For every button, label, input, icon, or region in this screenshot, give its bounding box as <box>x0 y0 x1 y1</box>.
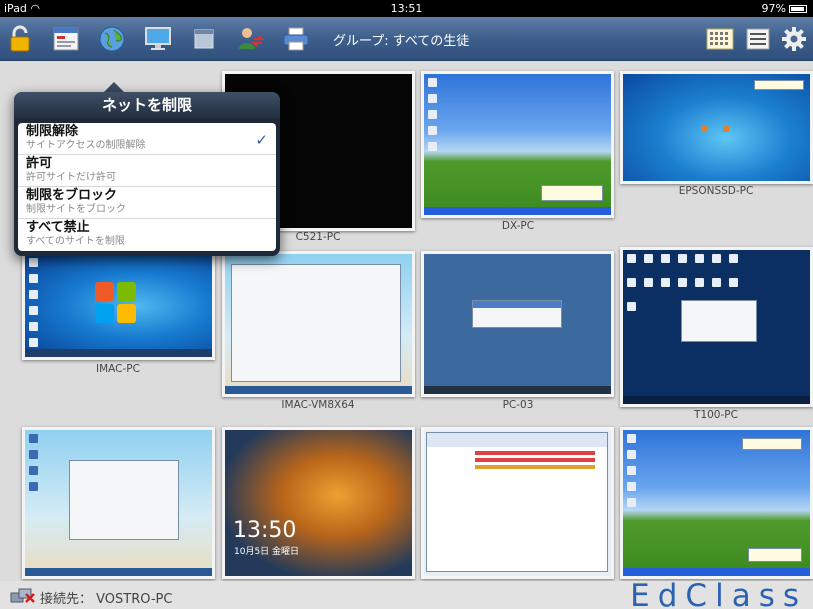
option-subtitle: 許可サイトだけ許可 <box>26 172 116 183</box>
screen-list-icon[interactable] <box>50 23 82 55</box>
computer-name: DX-PC <box>501 220 535 232</box>
popover-title: ネットを制限 <box>14 92 280 118</box>
screen-thumbnail[interactable] <box>222 251 415 397</box>
globe-icon[interactable] <box>96 23 128 55</box>
brand-logo: EdClass <box>630 578 807 609</box>
window-icon[interactable] <box>188 23 220 55</box>
battery-icon <box>789 4 807 13</box>
footer: 接続先： VOSTRO-PC EdClass <box>0 578 813 609</box>
option-title: すべて禁止 <box>26 220 90 235</box>
option-subtitle: サイトアクセスの制限解除 <box>26 140 146 151</box>
toolbar: グループ: すべての生徒 <box>0 17 813 61</box>
option-block-all[interactable]: すべて禁止 すべてのサイトを制限 <box>18 219 276 251</box>
monitor-icon[interactable] <box>142 23 174 55</box>
list-view-icon[interactable] <box>742 23 774 55</box>
lock-screen-clock: 13:50 <box>233 518 297 543</box>
computer-name: IMAC-VM8X64 <box>281 399 355 411</box>
option-title: 制限解除 <box>26 124 79 139</box>
status-time: 13:51 <box>390 2 423 15</box>
option-block[interactable]: 制限をブロック 制限サイトをブロック <box>18 187 276 219</box>
group-title: グループ: すべての生徒 <box>333 34 470 49</box>
computer-name: T100-PC <box>694 409 738 421</box>
screen-thumbnail[interactable] <box>421 427 614 579</box>
checkmark-icon: ✓ <box>255 131 268 149</box>
option-subtitle: 制限サイトをブロック <box>26 204 126 215</box>
screen-thumbnail[interactable] <box>620 247 813 407</box>
option-subtitle: すべてのサイトを制限 <box>26 236 125 247</box>
connection-icon[interactable] <box>10 586 36 608</box>
screen-thumbnail[interactable] <box>421 251 614 397</box>
battery-status: 97% <box>762 2 807 15</box>
lock-icon[interactable] <box>4 23 36 55</box>
screen-thumbnail[interactable] <box>421 71 614 218</box>
screen-thumbnail[interactable] <box>22 251 215 360</box>
screen-thumbnail[interactable] <box>22 427 215 579</box>
option-allow[interactable]: 許可 許可サイトだけ許可 <box>18 155 276 187</box>
thumbnail-grid-icon[interactable] <box>704 23 736 55</box>
option-unrestrict[interactable]: 制限解除 サイトアクセスの制限解除 ✓ <box>18 123 276 155</box>
option-title: 許可 <box>26 156 53 171</box>
user-transfer-icon[interactable] <box>234 23 266 55</box>
restriction-options: 制限解除 サイトアクセスの制限解除 ✓ 許可 許可サイトだけ許可 制限をブロック… <box>18 123 276 251</box>
computer-name: IMAC-PC <box>96 363 140 375</box>
screen-thumbnail[interactable] <box>620 71 813 184</box>
lock-screen-date: 10月5日 金曜日 <box>234 547 300 557</box>
computer-name: PC-03 <box>502 399 534 411</box>
screen-thumbnail[interactable] <box>620 427 813 579</box>
gear-icon[interactable] <box>778 23 810 55</box>
printer-icon[interactable] <box>280 23 312 55</box>
option-title: 制限をブロック <box>26 188 118 203</box>
windows-logo-icon <box>95 282 139 326</box>
connection-label: 接続先： VOSTRO-PC <box>40 592 173 607</box>
screen-thumbnail[interactable]: 13:50 10月5日 金曜日 <box>222 427 415 579</box>
status-bar: iPad ◠ 13:51 97% <box>0 0 813 17</box>
net-restriction-popover: ネットを制限 制限解除 サイトアクセスの制限解除 ✓ 許可 許可サイトだけ許可 … <box>14 92 280 256</box>
computer-name: EPSONSSD-PC <box>678 185 754 197</box>
